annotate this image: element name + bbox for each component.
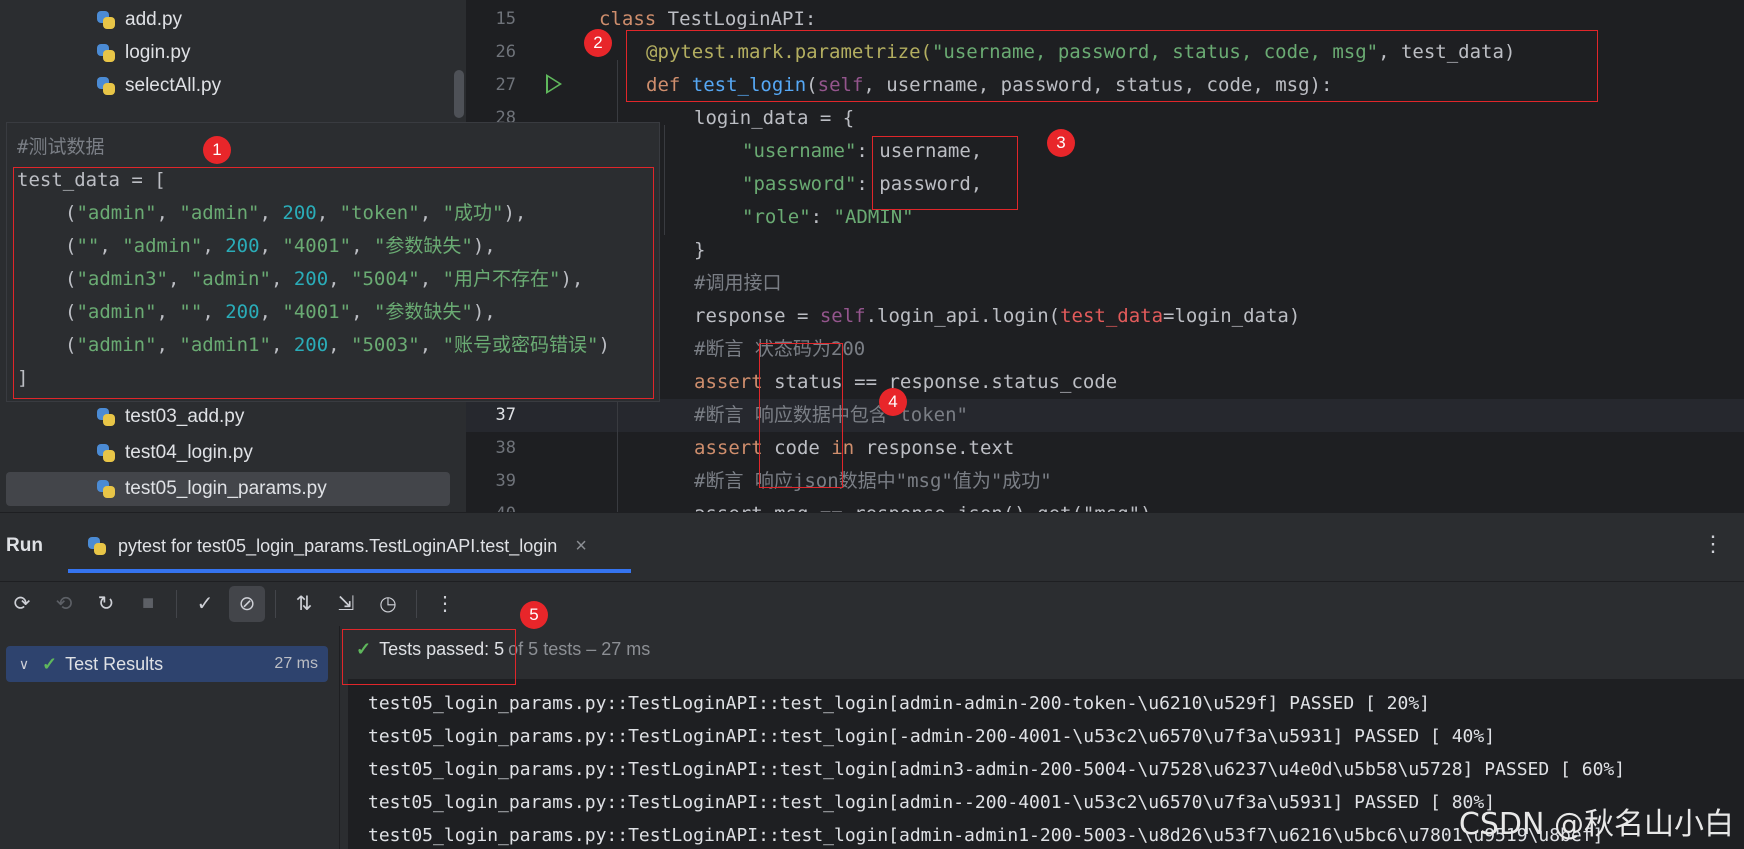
annotation-badge-1: 1: [203, 136, 231, 164]
tree-item-label: test05_login_params.py: [125, 478, 327, 499]
code-line-assert-code: assert code in response.text: [694, 437, 1015, 459]
annotation-box-3: [872, 136, 1018, 210]
python-file-icon: [95, 75, 117, 97]
python-file-icon: [95, 9, 117, 31]
close-icon[interactable]: ×: [575, 535, 587, 558]
toolbar-separator: [275, 589, 276, 618]
annotation-box-2: [626, 30, 1598, 102]
annotation-box-4: [759, 343, 843, 488]
tree-item-test04-login[interactable]: test04_login.py: [95, 436, 253, 470]
console-line: test05_login_params.py::TestLoginAPI::te…: [368, 693, 1431, 714]
console-line: test05_login_params.py::TestLoginAPI::te…: [368, 792, 1496, 813]
toolbar-separator: [416, 589, 417, 618]
console-line: test05_login_params.py::TestLoginAPI::te…: [368, 825, 1604, 846]
console-line: test05_login_params.py::TestLoginAPI::te…: [368, 726, 1496, 747]
code-line-comment: #调用接口: [694, 272, 782, 294]
import-tests-icon[interactable]: ⇲: [328, 586, 364, 622]
line-number: 37: [495, 405, 516, 425]
annotation-badge-2: 2: [584, 29, 612, 57]
annotation-badge-3: 3: [1047, 129, 1075, 157]
code-line-response: response = self.login_api.login(test_dat…: [694, 305, 1301, 327]
tree-item-add[interactable]: add.py: [95, 3, 182, 37]
current-line-highlight: [466, 399, 1744, 432]
run-panel-title: Run: [6, 535, 43, 556]
run-tab-label: pytest for test05_login_params.TestLogin…: [118, 535, 558, 556]
check-icon[interactable]: ✓: [187, 586, 223, 622]
annotation-badge-5: 5: [520, 601, 548, 629]
code-line-assert-status: assert status == response.status_code: [694, 371, 1118, 393]
code-line-comment: #断言 响应json数据中"msg"值为"成功": [694, 470, 1052, 492]
python-file-icon: [95, 478, 117, 500]
tree-item-selectall[interactable]: selectAll.py: [95, 69, 221, 103]
tree-item-test03-add[interactable]: test03_add.py: [95, 400, 244, 434]
tree-item-label: login.py: [125, 42, 191, 63]
run-tab[interactable]: pytest for test05_login_params.TestLogin…: [86, 523, 587, 569]
tree-item-label: test04_login.py: [125, 442, 253, 463]
check-icon: ✓: [42, 653, 58, 674]
test-results-root[interactable]: ∨ ✓ Test Results 27 ms: [6, 646, 328, 682]
code-line-login-data: login_data = {: [694, 107, 855, 129]
history-icon[interactable]: ◷: [370, 586, 406, 622]
python-file-icon: [95, 442, 117, 464]
python-file-icon: [95, 406, 117, 428]
console-line: test05_login_params.py::TestLoginAPI::te…: [368, 759, 1626, 780]
tree-item-label: test03_add.py: [125, 406, 245, 427]
popup-comment: #测试数据: [17, 136, 105, 158]
watermark: CSDN @秋名山小白: [1458, 807, 1734, 842]
run-test-gutter-icon[interactable]: [546, 74, 562, 94]
tests-summary: of 5 tests – 27 ms: [508, 639, 651, 659]
test-results-tree: ∨ ✓ Test Results 27 ms: [0, 626, 340, 849]
active-tab-indicator: [68, 569, 631, 573]
toolbar-separator: [176, 589, 177, 618]
sort-icon[interactable]: ⇅: [286, 586, 322, 622]
annotation-badge-4: 4: [879, 388, 907, 416]
indent-guide: [664, 125, 665, 235]
line-number: 27: [495, 75, 516, 95]
pytest-icon: [86, 535, 108, 557]
code-line-assert-msg: assert msg == response.json().get("msg"): [694, 498, 1152, 512]
annotation-box-1: [13, 167, 654, 399]
code-line-close: }: [694, 239, 706, 261]
rerun-icon[interactable]: ⟳: [4, 586, 40, 622]
line-number: 26: [495, 42, 516, 62]
line-number: 40: [466, 504, 516, 512]
annotation-box-5: [342, 629, 516, 685]
line-number: 39: [495, 471, 516, 491]
tree-scrollbar[interactable]: [454, 70, 464, 118]
tree-item-label: add.py: [125, 9, 183, 30]
line-number: 15: [495, 9, 516, 29]
test-results-label: Test Results: [65, 653, 164, 674]
ignored-icon[interactable]: ⊘: [229, 585, 265, 622]
rerun-failed-icon[interactable]: ⟲: [46, 586, 82, 622]
test-results-time: 27 ms: [274, 655, 318, 672]
line-number: 38: [495, 438, 516, 458]
tree-item-label: selectAll.py: [125, 75, 222, 96]
more-options-icon[interactable]: ⋮: [1702, 531, 1724, 557]
tree-item-login[interactable]: login.py: [95, 36, 191, 70]
toggle-auto-test-icon[interactable]: ↻: [88, 586, 124, 622]
run-toolbar: ⟳ ⟲ ↻ ■ ✓ ⊘ ⇅ ⇲ ◷ ⋮: [0, 581, 1744, 625]
tree-item-test05-login-params[interactable]: test05_login_params.py: [6, 472, 450, 506]
stop-icon[interactable]: ■: [130, 586, 166, 622]
more-options-icon[interactable]: ⋮: [427, 586, 463, 622]
python-file-icon: [95, 42, 117, 64]
chevron-down-icon[interactable]: ∨: [12, 656, 36, 673]
